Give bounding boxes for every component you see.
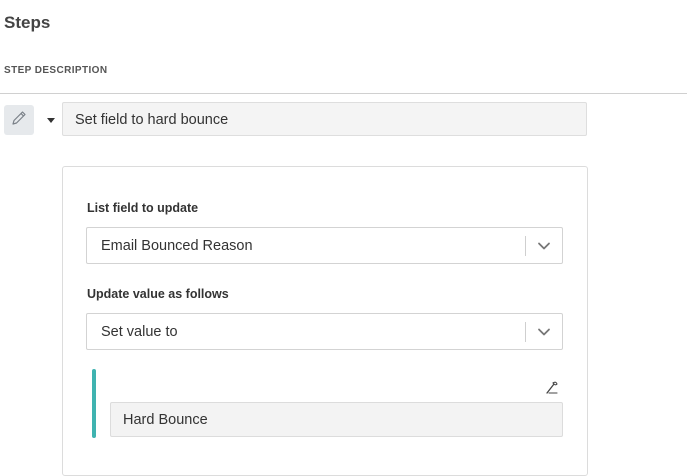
select-separator: [525, 322, 526, 342]
chevron-down-icon: [536, 325, 552, 339]
list-field-select-value: Email Bounced Reason: [101, 238, 253, 254]
select-separator: [525, 236, 526, 256]
divider: [0, 93, 687, 94]
list-field-select[interactable]: Email Bounced Reason: [86, 227, 563, 264]
update-value-label: Update value as follows: [87, 287, 229, 301]
update-mode-select[interactable]: Set value to: [86, 313, 563, 350]
section-label-step-description: STEP DESCRIPTION: [4, 65, 108, 76]
list-field-label: List field to update: [87, 201, 199, 215]
step-description-input[interactable]: Set field to hard bounce: [62, 102, 587, 136]
collapse-step-toggle[interactable]: [44, 112, 58, 128]
wand-icon[interactable]: [544, 379, 560, 395]
chevron-down-icon: [536, 239, 552, 253]
value-input[interactable]: Hard Bounce: [110, 402, 563, 437]
caret-down-icon: [47, 117, 55, 123]
update-mode-select-value: Set value to: [101, 324, 178, 340]
pencil-icon: [10, 109, 28, 132]
page-title: Steps: [4, 13, 51, 32]
edit-step-button[interactable]: [4, 105, 34, 135]
value-block-accent-bar: [92, 369, 96, 438]
